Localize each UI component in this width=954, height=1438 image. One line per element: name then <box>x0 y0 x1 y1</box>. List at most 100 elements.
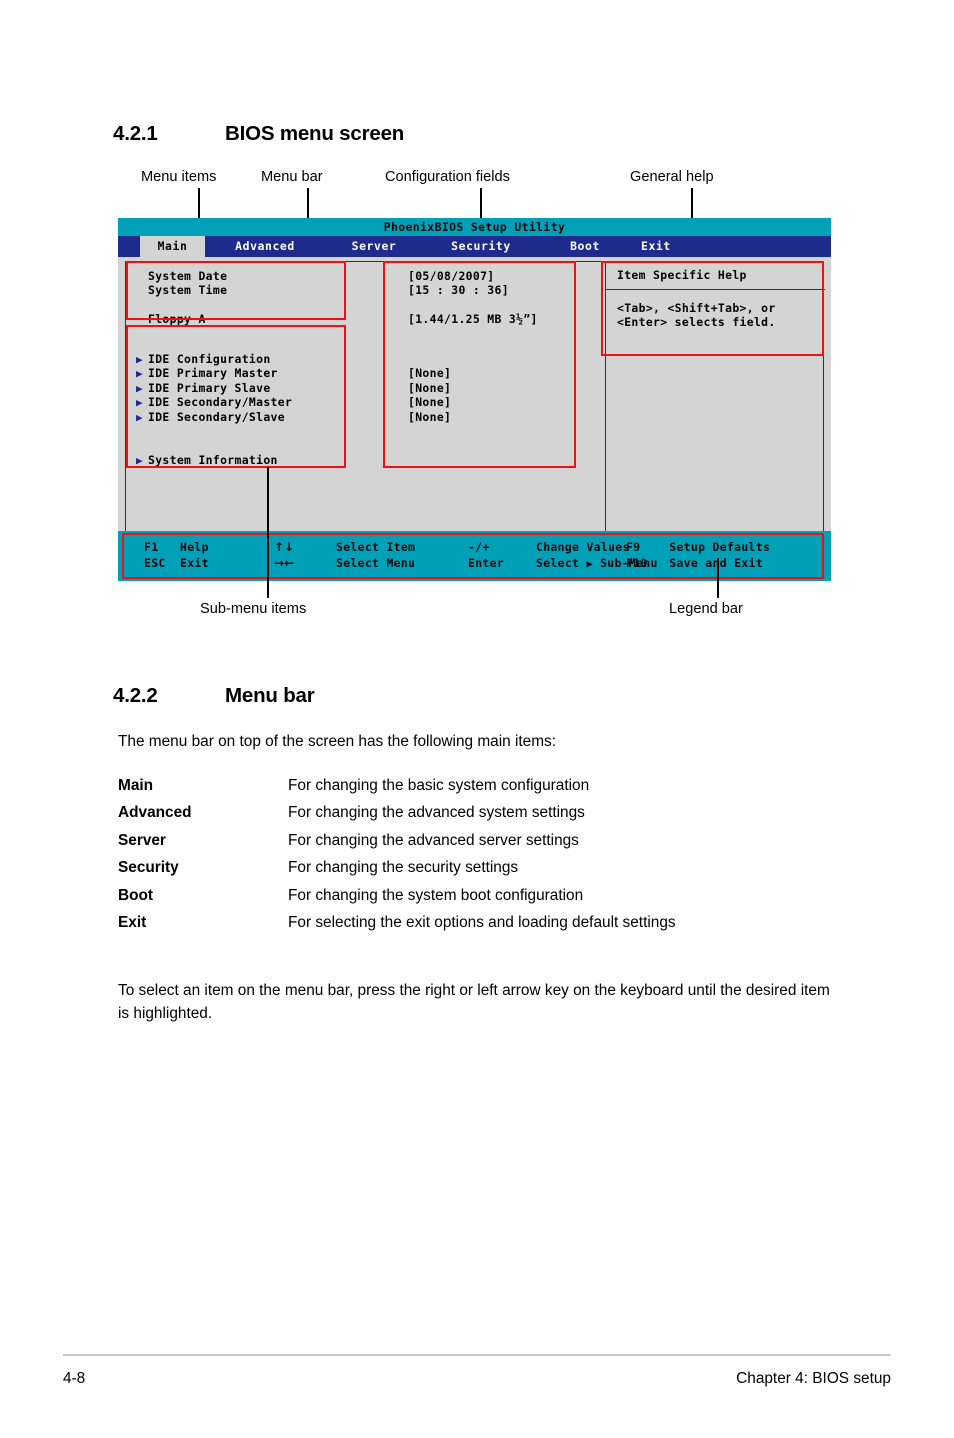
bios-row-gap <box>408 352 638 366</box>
definition-row: Main For changing the basic system confi… <box>118 777 858 795</box>
section-title: Menu bar <box>225 684 315 707</box>
bios-field-value[interactable]: [None] <box>408 395 638 409</box>
bios-field-value[interactable]: [None] <box>408 366 638 380</box>
definition-row: Server For changing the advanced server … <box>118 831 858 850</box>
definition-term: Security <box>118 859 179 877</box>
bios-tab-advanced[interactable]: Advanced <box>205 236 325 257</box>
bios-tab-security[interactable]: Security <box>423 236 539 257</box>
bios-row-gap <box>136 327 436 341</box>
definition-description: For changing the basic system configurat… <box>288 777 590 794</box>
left-right-arrow-icon: →← <box>274 555 295 570</box>
callout-configuration-fields: Configuration fields <box>385 169 510 185</box>
legend-action-select-submenu: Select ▶ Sub-Menu <box>536 555 657 573</box>
legend-key-esc: ESC <box>144 555 166 570</box>
legend-key-f10: F10 <box>626 555 648 570</box>
bios-item-label[interactable]: Floppy A <box>148 312 206 326</box>
bios-item-label[interactable]: IDE Secondary/Master <box>148 395 292 409</box>
bios-item-row: Floppy A <box>136 312 436 326</box>
bios-field-value[interactable]: [1.44/1.25 MB 3½”] <box>408 312 638 326</box>
bios-item-specific-help-pane: Item Specific Help <Tab>, <Shift+Tab>, o… <box>605 261 825 539</box>
bios-item-label[interactable]: IDE Primary Slave <box>148 381 271 395</box>
section-number: 4.2.1 <box>113 122 158 145</box>
bios-item-label[interactable]: System Time <box>148 283 227 297</box>
bios-menu-bar: Main Advanced Server Security Boot Exit <box>118 236 831 257</box>
footer-page-number: 4-8 <box>63 1370 86 1387</box>
bios-row-gap <box>136 424 436 438</box>
bios-item-row: ▶ IDE Secondary/Master <box>136 395 436 409</box>
definition-term: Main <box>118 777 154 794</box>
bios-item-label[interactable]: IDE Secondary/Slave <box>148 410 285 424</box>
definition-row: Security For changing the security setti… <box>118 859 858 877</box>
bios-tab-boot[interactable]: Boot <box>539 236 631 257</box>
bios-item-label[interactable]: System Information <box>148 453 278 467</box>
bios-item-row: ▶ IDE Primary Slave <box>136 381 436 395</box>
definition-row: Boot For changing the system boot config… <box>118 886 858 905</box>
menubar-spacer <box>118 236 140 257</box>
definition-description: For changing the advanced server setting… <box>288 831 579 849</box>
legend-action-select-item: Select Item <box>336 540 416 554</box>
definition-term: Boot <box>118 886 154 904</box>
legend-action-help: Help <box>180 540 209 554</box>
legend-action-select-menu: Select Menu <box>336 555 416 570</box>
section-title: BIOS menu screen <box>225 122 405 145</box>
submenu-triangle-icon: ▶ <box>586 558 593 570</box>
legend-select-word: Select <box>536 555 580 570</box>
callout-menu-bar: Menu bar <box>261 169 323 185</box>
legend-key-enter: Enter <box>468 555 505 570</box>
legend-key-f1: F1 <box>144 540 159 554</box>
callout-general-help: General help <box>630 169 714 185</box>
bios-tab-exit[interactable]: Exit <box>631 236 721 257</box>
definition-description: For selecting the exit options and loadi… <box>288 914 676 932</box>
submenu-triangle-icon: ▶ <box>136 410 143 424</box>
legend-action-exit: Exit <box>180 555 209 570</box>
definition-description: For changing the system boot configurati… <box>288 886 584 904</box>
help-pane-title: Item Specific Help <box>606 261 825 290</box>
callout-sub-menu-items: Sub-menu items <box>200 601 307 617</box>
menu-bar-definition-list: Main For changing the basic system confi… <box>118 777 858 943</box>
definition-term: Exit <box>118 914 147 932</box>
leader-line-sub-menu-items <box>267 467 269 598</box>
bios-title-bar: PhoenixBIOS Setup Utility <box>118 218 831 236</box>
callout-legend-bar: Legend bar <box>669 601 743 617</box>
bios-item-label[interactable]: System Date <box>148 269 227 283</box>
legend-key-f10-group: F10 Save and Exit <box>626 556 770 573</box>
section-heading-422: 4.2.2 Menu bar <box>113 684 315 708</box>
bios-row-gap <box>408 341 638 352</box>
bios-setup-screen: PhoenixBIOS Setup Utility Main Advanced … <box>118 218 831 581</box>
bios-tab-main[interactable]: Main <box>140 236 205 257</box>
bios-row-gap <box>136 341 436 352</box>
bios-field-value[interactable]: [None] <box>408 381 638 395</box>
legend-grid: F1 Help ↑↓ Select Item -/+ Change Values… <box>144 540 770 572</box>
footer-divider <box>63 1354 891 1356</box>
callout-menu-items: Menu items <box>141 169 217 185</box>
bios-configuration-fields-column: [05/08/2007] [15 : 30 : 36] [1.44/1.25 M… <box>408 269 638 424</box>
bios-item-row: ▶ IDE Configuration <box>136 352 436 366</box>
bios-field-value[interactable]: [05/08/2007] <box>408 269 638 283</box>
up-down-arrow-icon: ↑↓ <box>274 540 295 554</box>
section-number: 4.2.2 <box>113 684 158 707</box>
legend-key-f9-group: F9 Setup Defaults <box>626 540 770 555</box>
legend-action-setup-defaults: Setup Defaults <box>669 540 771 554</box>
bios-item-label[interactable]: IDE Primary Master <box>148 366 278 380</box>
bios-item-row: ▶ IDE Primary Master <box>136 366 436 380</box>
bios-tab-server[interactable]: Server <box>325 236 423 257</box>
definition-description: For changing the security settings <box>288 859 519 877</box>
leader-line-legend-bar <box>717 558 719 598</box>
section-heading-421: 4.2.1 BIOS menu screen <box>113 122 404 146</box>
bios-item-label[interactable]: IDE Configuration <box>148 352 271 366</box>
submenu-triangle-icon: ▶ <box>136 453 143 467</box>
help-pane-text: <Tab>, <Shift+Tab>, or <Enter> selects f… <box>617 301 776 330</box>
bios-field-value[interactable]: [15 : 30 : 36] <box>408 283 638 297</box>
bios-row-gap <box>136 438 436 452</box>
submenu-triangle-icon: ▶ <box>136 352 143 366</box>
bios-item-row: System Time <box>136 283 436 297</box>
legend-key-plus-minus: -/+ <box>468 540 490 554</box>
bios-row-gap <box>408 327 638 341</box>
legend-action-change-values: Change Values <box>536 540 630 554</box>
legend-key-f9: F9 <box>626 540 641 554</box>
bios-legend-bar: F1 Help ↑↓ Select Item -/+ Change Values… <box>118 531 831 581</box>
submenu-triangle-icon: ▶ <box>136 381 143 395</box>
bios-body: System Date System Time Floppy A ▶ IDE Co… <box>118 257 831 544</box>
definition-row: Exit For selecting the exit options and … <box>118 914 858 932</box>
bios-field-value[interactable]: [None] <box>408 410 638 424</box>
